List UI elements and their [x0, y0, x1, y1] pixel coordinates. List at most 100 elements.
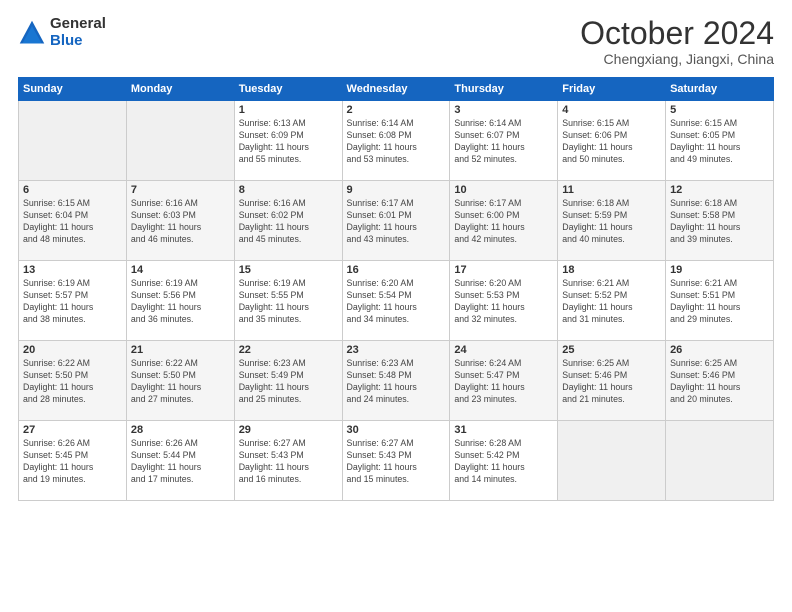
day-info: Sunrise: 6:15 AMSunset: 6:04 PMDaylight:…	[23, 198, 122, 246]
calendar-cell: 31 Sunrise: 6:28 AMSunset: 5:42 PMDayligh…	[450, 421, 558, 501]
day-info: Sunrise: 6:24 AMSunset: 5:47 PMDaylight:…	[454, 358, 553, 406]
calendar-cell: 27Sunrise: 6:26 AMSunset: 5:45 PMDayligh…	[19, 421, 127, 501]
calendar-cell: 17Sunrise: 6:20 AMSunset: 5:53 PMDayligh…	[450, 261, 558, 341]
col-header-sunday: Sunday	[19, 78, 127, 101]
day-info: Sunrise: 6:19 AMSunset: 5:55 PMDaylight:…	[239, 278, 338, 326]
calendar-cell: 15 Sunrise: 6:19 AMSunset: 5:55 PMDayligh…	[234, 261, 342, 341]
day-info: Sunrise: 6:26 AMSunset: 5:44 PMDaylight:…	[131, 438, 230, 486]
day-info: Sunrise: 6:15 AMSunset: 6:06 PMDaylight:…	[562, 118, 661, 166]
day-number: 3	[454, 104, 553, 116]
calendar-header-row: SundayMondayTuesdayWednesdayThursdayFrid…	[19, 78, 774, 101]
calendar-week-2: 6 Sunrise: 6:15 AMSunset: 6:04 PMDaylight…	[19, 181, 774, 261]
day-number: 23	[347, 344, 446, 356]
col-header-monday: Monday	[126, 78, 234, 101]
day-info: Sunrise: 6:18 AMSunset: 5:59 PMDaylight:…	[562, 198, 661, 246]
calendar-cell	[126, 101, 234, 181]
day-info: Sunrise: 6:28 AMSunset: 5:42 PMDaylight:…	[454, 438, 553, 486]
col-header-wednesday: Wednesday	[342, 78, 450, 101]
day-info: Sunrise: 6:23 AMSunset: 5:49 PMDaylight:…	[239, 358, 338, 406]
calendar-cell: 12 Sunrise: 6:18 AMSunset: 5:58 PMDayligh…	[666, 181, 774, 261]
day-number: 10	[454, 184, 553, 196]
day-number: 20	[23, 344, 122, 356]
day-info: Sunrise: 6:16 AMSunset: 6:03 PMDaylight:…	[131, 198, 230, 246]
logo-icon	[18, 19, 46, 47]
calendar-cell: 23 Sunrise: 6:23 AMSunset: 5:48 PMDayligh…	[342, 341, 450, 421]
day-info: Sunrise: 6:27 AMSunset: 5:43 PMDaylight:…	[347, 438, 446, 486]
calendar-cell: 14 Sunrise: 6:19 AMSunset: 5:56 PMDayligh…	[126, 261, 234, 341]
location: Chengxiang, Jiangxi, China	[580, 51, 774, 67]
calendar-week-1: 1Sunrise: 6:13 AMSunset: 6:09 PMDaylight…	[19, 101, 774, 181]
calendar-week-4: 20 Sunrise: 6:22 AMSunset: 5:50 PMDayligh…	[19, 341, 774, 421]
day-number: 12	[670, 184, 769, 196]
day-info: Sunrise: 6:20 AMSunset: 5:54 PMDaylight:…	[347, 278, 446, 326]
page: General Blue October 2024 Chengxiang, Ji…	[0, 0, 792, 612]
day-info: Sunrise: 6:18 AMSunset: 5:58 PMDaylight:…	[670, 198, 769, 246]
day-info: Sunrise: 6:19 AMSunset: 5:57 PMDaylight:…	[23, 278, 122, 326]
calendar-cell: 22 Sunrise: 6:23 AMSunset: 5:49 PMDayligh…	[234, 341, 342, 421]
day-number: 7	[131, 184, 230, 196]
calendar-cell: 6 Sunrise: 6:15 AMSunset: 6:04 PMDaylight…	[19, 181, 127, 261]
calendar-table: SundayMondayTuesdayWednesdayThursdayFrid…	[18, 77, 774, 501]
calendar-cell: 8Sunrise: 6:16 AMSunset: 6:02 PMDaylight…	[234, 181, 342, 261]
day-number: 31	[454, 424, 553, 436]
calendar-cell: 24 Sunrise: 6:24 AMSunset: 5:47 PMDayligh…	[450, 341, 558, 421]
day-info: Sunrise: 6:23 AMSunset: 5:48 PMDaylight:…	[347, 358, 446, 406]
day-number: 14	[131, 264, 230, 276]
day-info: Sunrise: 6:22 AMSunset: 5:50 PMDaylight:…	[131, 358, 230, 406]
day-number: 9	[347, 184, 446, 196]
day-info: Sunrise: 6:19 AMSunset: 5:56 PMDaylight:…	[131, 278, 230, 326]
day-info: Sunrise: 6:21 AMSunset: 5:51 PMDaylight:…	[670, 278, 769, 326]
calendar-cell: 7 Sunrise: 6:16 AMSunset: 6:03 PMDaylight…	[126, 181, 234, 261]
day-number: 16	[347, 264, 446, 276]
day-number: 4	[562, 104, 661, 116]
calendar-cell: 11Sunrise: 6:18 AMSunset: 5:59 PMDayligh…	[558, 181, 666, 261]
logo-blue-text: Blue	[50, 33, 106, 50]
logo-general-text: General	[50, 16, 106, 33]
day-number: 26	[670, 344, 769, 356]
day-number: 21	[131, 344, 230, 356]
day-number: 15	[239, 264, 338, 276]
logo-text: General Blue	[50, 16, 106, 49]
col-header-friday: Friday	[558, 78, 666, 101]
day-number: 28	[131, 424, 230, 436]
day-info: Sunrise: 6:21 AMSunset: 5:52 PMDaylight:…	[562, 278, 661, 326]
day-info: Sunrise: 6:20 AMSunset: 5:53 PMDaylight:…	[454, 278, 553, 326]
calendar-cell: 30Sunrise: 6:27 AMSunset: 5:43 PMDayligh…	[342, 421, 450, 501]
day-number: 13	[23, 264, 122, 276]
calendar-cell: 16 Sunrise: 6:20 AMSunset: 5:54 PMDayligh…	[342, 261, 450, 341]
day-number: 27	[23, 424, 122, 436]
calendar-cell: 18Sunrise: 6:21 AMSunset: 5:52 PMDayligh…	[558, 261, 666, 341]
calendar-cell: 10Sunrise: 6:17 AMSunset: 6:00 PMDayligh…	[450, 181, 558, 261]
day-info: Sunrise: 6:17 AMSunset: 6:01 PMDaylight:…	[347, 198, 446, 246]
calendar-cell: 25 Sunrise: 6:25 AMSunset: 5:46 PMDayligh…	[558, 341, 666, 421]
calendar-cell: 21 Sunrise: 6:22 AMSunset: 5:50 PMDayligh…	[126, 341, 234, 421]
calendar-cell: 2 Sunrise: 6:14 AMSunset: 6:08 PMDaylight…	[342, 101, 450, 181]
calendar-cell: 19 Sunrise: 6:21 AMSunset: 5:51 PMDayligh…	[666, 261, 774, 341]
calendar-cell: 9 Sunrise: 6:17 AMSunset: 6:01 PMDaylight…	[342, 181, 450, 261]
calendar-cell	[666, 421, 774, 501]
day-info: Sunrise: 6:13 AMSunset: 6:09 PMDaylight:…	[239, 118, 338, 166]
day-info: Sunrise: 6:22 AMSunset: 5:50 PMDaylight:…	[23, 358, 122, 406]
day-number: 22	[239, 344, 338, 356]
day-number: 8	[239, 184, 338, 196]
day-info: Sunrise: 6:25 AMSunset: 5:46 PMDaylight:…	[562, 358, 661, 406]
col-header-saturday: Saturday	[666, 78, 774, 101]
day-number: 25	[562, 344, 661, 356]
calendar-cell: 26Sunrise: 6:25 AMSunset: 5:46 PMDayligh…	[666, 341, 774, 421]
calendar-cell: 28 Sunrise: 6:26 AMSunset: 5:44 PMDayligh…	[126, 421, 234, 501]
calendar-cell: 29Sunrise: 6:27 AMSunset: 5:43 PMDayligh…	[234, 421, 342, 501]
month-title: October 2024	[580, 16, 774, 51]
calendar-cell: 3 Sunrise: 6:14 AMSunset: 6:07 PMDaylight…	[450, 101, 558, 181]
day-info: Sunrise: 6:14 AMSunset: 6:07 PMDaylight:…	[454, 118, 553, 166]
calendar-cell: 1Sunrise: 6:13 AMSunset: 6:09 PMDaylight…	[234, 101, 342, 181]
calendar-cell	[19, 101, 127, 181]
day-number: 24	[454, 344, 553, 356]
title-area: October 2024 Chengxiang, Jiangxi, China	[580, 16, 774, 67]
calendar-week-3: 13 Sunrise: 6:19 AMSunset: 5:57 PMDayligh…	[19, 261, 774, 341]
header: General Blue October 2024 Chengxiang, Ji…	[18, 16, 774, 67]
day-number: 19	[670, 264, 769, 276]
day-number: 6	[23, 184, 122, 196]
day-info: Sunrise: 6:14 AMSunset: 6:08 PMDaylight:…	[347, 118, 446, 166]
day-number: 2	[347, 104, 446, 116]
day-info: Sunrise: 6:27 AMSunset: 5:43 PMDaylight:…	[239, 438, 338, 486]
